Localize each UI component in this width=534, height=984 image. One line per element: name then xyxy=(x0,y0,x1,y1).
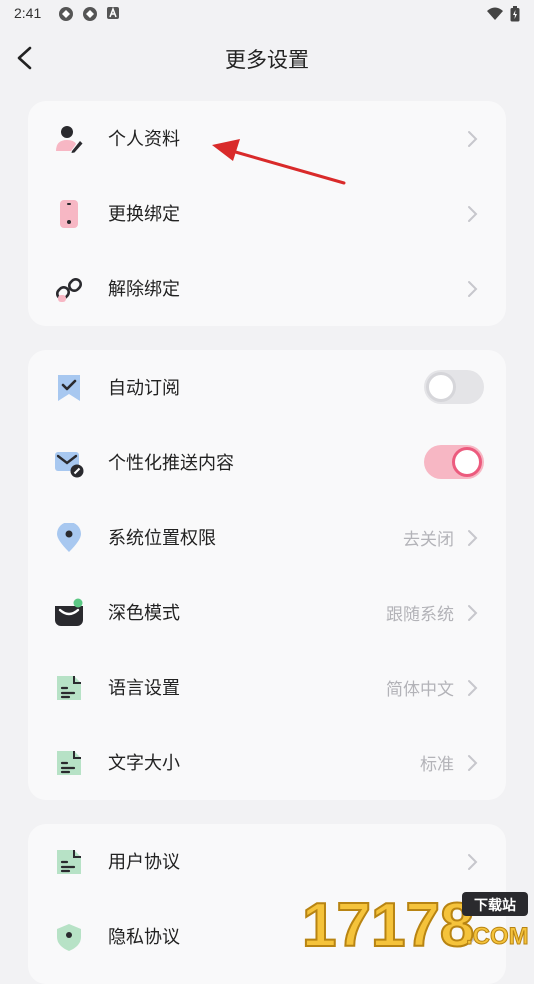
toggle-knob xyxy=(452,447,482,477)
status-bar: 2:41 xyxy=(0,0,534,28)
language-value: 简体中文 xyxy=(386,680,454,700)
site-watermark: 17178 下载站 .COM xyxy=(300,888,530,961)
chevron-right-icon xyxy=(468,131,478,147)
toggle-knob xyxy=(426,372,456,402)
document-icon xyxy=(57,850,81,874)
chevron-right-icon xyxy=(468,680,478,696)
location-pin-icon xyxy=(57,523,81,552)
dark-mode-row[interactable]: 深色模式 跟随系统 xyxy=(28,575,506,650)
chevron-right-icon xyxy=(468,530,478,546)
chevron-right-icon xyxy=(468,854,478,870)
auto-subscribe-toggle[interactable] xyxy=(424,370,484,404)
language-label: 语言设置 xyxy=(108,678,180,699)
location-permission-row[interactable]: 系统位置权限 去关闭 xyxy=(28,500,506,575)
location-permission-value: 去关闭 xyxy=(403,530,454,550)
chevron-right-icon xyxy=(468,605,478,621)
auto-subscribe-row: 自动订阅 xyxy=(28,350,506,425)
sync-icon xyxy=(83,7,97,21)
location-permission-label: 系统位置权限 xyxy=(108,528,216,549)
title-bar: 更多设置 xyxy=(0,30,534,86)
personalized-push-row: 个性化推送内容 xyxy=(28,425,506,500)
watermark-badge: 下载站 xyxy=(474,897,516,914)
unlink-icon xyxy=(55,277,83,302)
privacy-agreement-label: 隐私协议 xyxy=(108,927,180,948)
phone-icon xyxy=(60,200,78,228)
font-size-row[interactable]: 文字大小 标准 xyxy=(28,725,506,800)
user-edit-icon xyxy=(56,126,83,153)
language-row[interactable]: 语言设置 简体中文 xyxy=(28,650,506,725)
profile-row[interactable]: 个人资料 xyxy=(28,101,506,176)
dark-mode-value: 跟随系统 xyxy=(386,605,454,625)
chevron-right-icon xyxy=(468,281,478,297)
document-icon xyxy=(57,676,81,700)
user-agreement-label: 用户协议 xyxy=(108,852,180,873)
battery-charging-icon xyxy=(510,6,520,22)
unbind-label: 解除绑定 xyxy=(108,279,180,300)
change-binding-label: 更换绑定 xyxy=(108,204,180,225)
font-size-value: 标准 xyxy=(420,755,454,775)
watermark-digits: 17178 xyxy=(302,891,474,950)
document-icon xyxy=(57,751,81,775)
page-title: 更多设置 xyxy=(225,48,309,72)
watermark-suffix: .COM xyxy=(466,923,529,950)
dark-mode-icon xyxy=(55,598,83,626)
notification-icons xyxy=(58,6,120,22)
bookmark-check-icon xyxy=(58,375,80,401)
status-time: 2:41 xyxy=(14,5,42,21)
dark-mode-label: 深色模式 xyxy=(108,603,180,624)
wifi-icon xyxy=(487,7,503,20)
account-section: 个人资料 更换绑定 解除绑定 xyxy=(28,101,506,326)
mail-settings-icon xyxy=(55,452,84,478)
personalized-push-label: 个性化推送内容 xyxy=(108,453,234,474)
chevron-right-icon xyxy=(468,755,478,771)
unbind-row[interactable]: 解除绑定 xyxy=(28,251,506,326)
preferences-section: 自动订阅 个性化推送内容 系统位置权限 去关闭 深色模式 跟随系统 语言设置 简… xyxy=(28,350,506,800)
a-badge-icon xyxy=(107,6,119,19)
profile-label: 个人资料 xyxy=(108,129,180,150)
auto-subscribe-label: 自动订阅 xyxy=(108,378,180,399)
chevron-right-icon xyxy=(468,206,478,222)
sync-icon xyxy=(59,7,73,21)
system-icons xyxy=(486,6,520,22)
personalized-push-toggle[interactable] xyxy=(424,445,484,479)
change-binding-row[interactable]: 更换绑定 xyxy=(28,176,506,251)
font-size-label: 文字大小 xyxy=(108,753,180,774)
shield-icon xyxy=(57,924,81,951)
